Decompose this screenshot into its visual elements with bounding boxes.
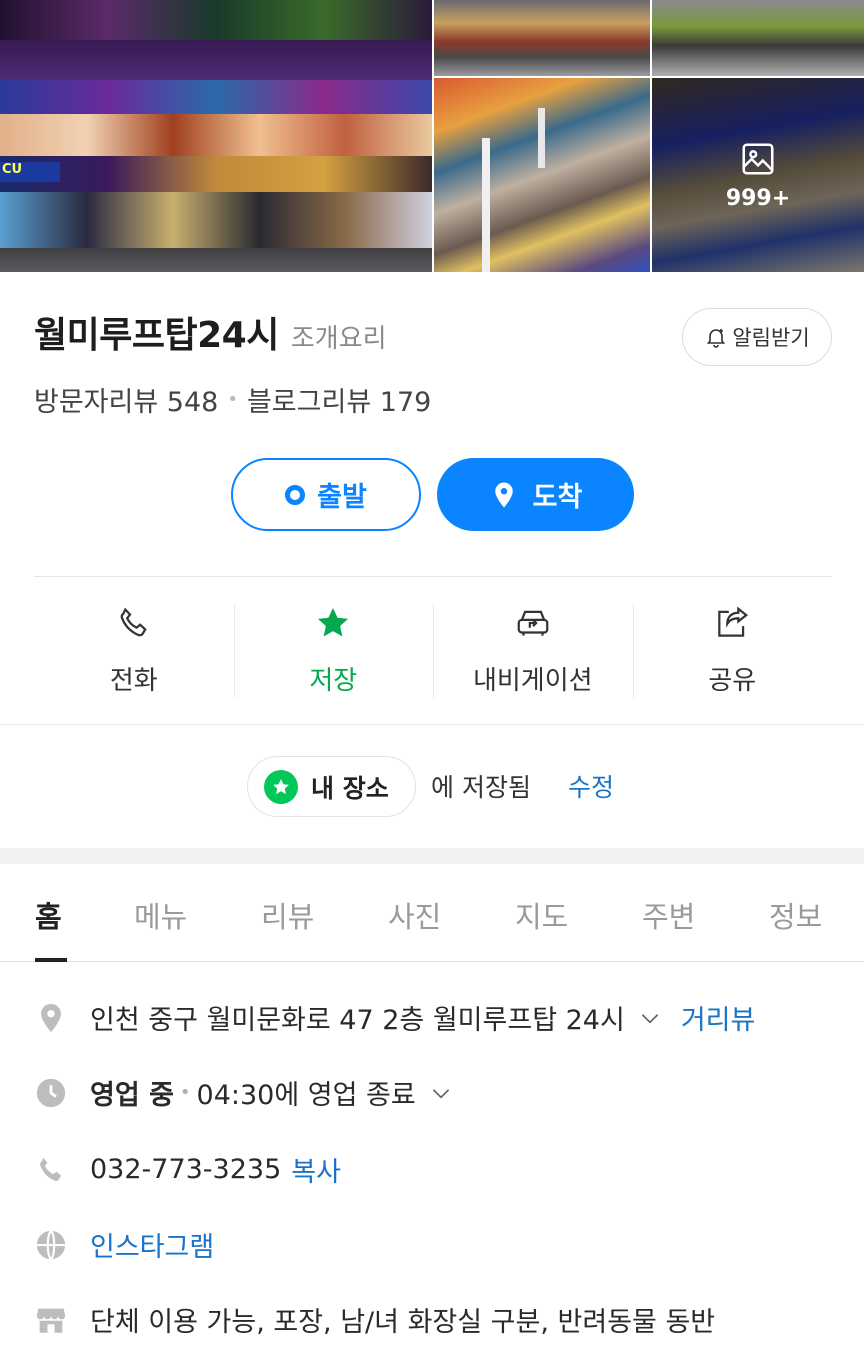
place-category: 조개요리 [290, 324, 387, 354]
copy-phone-link[interactable]: 복사 [291, 1150, 341, 1189]
website-row: 인스타그램 [34, 1225, 214, 1264]
blog-review-count: 179 [379, 387, 432, 418]
amenities-text: 단체 이용 가능, 포장, 남/녀 화장실 구분, 반려동물 동반 [90, 1307, 716, 1338]
visitor-review-link[interactable]: 방문자리뷰 548 [34, 380, 218, 419]
call-button[interactable]: 전화 [34, 600, 234, 700]
photo-thumb-1[interactable] [434, 0, 650, 76]
separator-dot: • [179, 1082, 191, 1103]
hours-row: 영업 중 • 04:30에 영업 종료 [34, 1073, 454, 1112]
phone-number[interactable]: 032-773-3235 [90, 1154, 281, 1185]
tab-home[interactable]: 홈 [35, 894, 62, 936]
phone-icon [120, 607, 147, 637]
divider [34, 576, 832, 577]
separator-dot: • [227, 389, 238, 410]
chevron-down-icon[interactable] [637, 1005, 663, 1031]
star-icon [318, 607, 349, 637]
map-pin-icon [494, 482, 513, 507]
tab-nearby[interactable]: 주변 [642, 894, 695, 936]
saved-edit-link[interactable]: 수정 [568, 768, 614, 804]
alarm-label: 알림받기 [732, 326, 810, 350]
save-button[interactable]: 저장 [233, 600, 434, 700]
title-row: 월미루프탑24시 조개요리 [34, 306, 387, 358]
tab-bar: 홈 메뉴 리뷰 사진 지도 주변 정보 [0, 864, 864, 962]
chevron-down-icon[interactable] [428, 1080, 454, 1106]
street-view-link[interactable]: 거리뷰 [681, 998, 756, 1037]
visitor-review-count: 548 [166, 387, 219, 418]
car-navigation-icon [517, 610, 549, 636]
share-icon [718, 606, 749, 637]
phone-icon [40, 1157, 62, 1181]
image-icon [742, 142, 774, 175]
navigation-label: 내비게이션 [472, 666, 593, 696]
photo-count: 999+ [725, 185, 791, 211]
call-label: 전화 [109, 666, 158, 696]
saved-status-text: 에 저장됨 [431, 773, 531, 802]
share-button[interactable]: 공유 [632, 600, 833, 700]
active-tab-indicator [35, 958, 67, 962]
instagram-link[interactable]: 인스타그램 [90, 1225, 214, 1264]
tab-map[interactable]: 지도 [515, 894, 568, 936]
bell-plus-icon [707, 329, 726, 348]
tab-info[interactable]: 정보 [769, 894, 822, 936]
blog-review-link[interactable]: 블로그리뷰 179 [247, 380, 431, 419]
action-bar: 전화 저장 내비게이션 공유 [34, 600, 832, 700]
photo-main[interactable]: CU [0, 0, 432, 272]
route-end-button[interactable]: 도착 [437, 458, 634, 531]
route-end-label: 도착 [532, 482, 583, 513]
hours-status: 영업 중 [90, 1080, 174, 1111]
tab-menu[interactable]: 메뉴 [134, 894, 187, 936]
clock-icon [36, 1078, 66, 1107]
more-photos-overlay: 999+ [652, 78, 864, 272]
location-pin-icon [41, 1003, 61, 1032]
phone-row: 032-773-3235 복사 [34, 1150, 341, 1189]
amenities-row: 단체 이용 가능, 포장, 남/녀 화장실 구분, 반려동물 동반 [34, 1300, 715, 1339]
place-name: 월미루프탑24시 [34, 315, 279, 356]
hours-detail[interactable]: 04:30에 영업 종료 [197, 1073, 416, 1112]
origin-ring-icon [285, 484, 306, 505]
saved-star-badge [264, 769, 298, 804]
photo-thumb-more[interactable]: 999+ [652, 78, 864, 272]
photo-thumb-2[interactable] [652, 0, 864, 76]
divider [0, 724, 864, 725]
route-start-label: 출발 [317, 482, 367, 513]
globe-icon [36, 1229, 66, 1260]
store-icon [36, 1308, 66, 1333]
save-label: 저장 [309, 666, 358, 696]
star-icon [273, 778, 289, 794]
address-text[interactable]: 인천 중구 월미문화로 47 2층 월미루프탑 24시 [90, 998, 625, 1037]
route-start-button[interactable]: 출발 [231, 458, 421, 531]
alarm-button[interactable]: 알림받기 [682, 308, 832, 366]
share-label: 공유 [708, 666, 757, 696]
photo-thumb-3[interactable] [434, 78, 650, 272]
address-row: 인천 중구 월미문화로 47 2층 월미루프탑 24시 거리뷰 [34, 998, 755, 1037]
saved-list-chip[interactable]: 내 장소 [247, 756, 416, 817]
blog-review-label: 블로그리뷰 [246, 387, 372, 418]
photo-gallery: CU 999+ [0, 0, 864, 272]
visitor-review-label: 방문자리뷰 [34, 387, 159, 418]
section-gap [0, 848, 864, 864]
storefront-sign: CU [0, 162, 60, 182]
tab-photos[interactable]: 사진 [388, 894, 441, 936]
review-counts: 방문자리뷰 548 • 블로그리뷰 179 [34, 380, 431, 419]
navigation-button[interactable]: 내비게이션 [433, 600, 633, 700]
saved-list-name: 내 장소 [311, 773, 389, 803]
tab-reviews[interactable]: 리뷰 [261, 894, 314, 936]
